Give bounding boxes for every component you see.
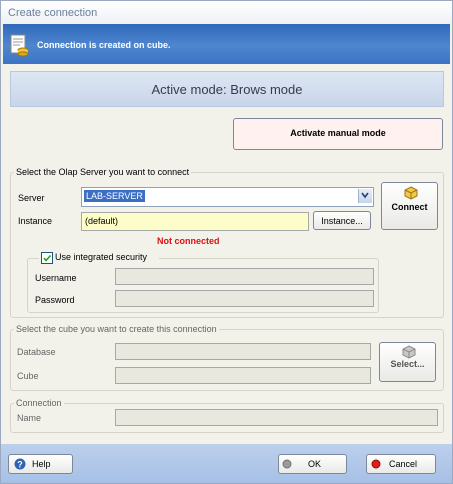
username-field[interactable] (115, 268, 374, 285)
instance-value: (default) (85, 216, 119, 226)
cube-field[interactable] (115, 367, 371, 384)
dropdown-arrow-icon[interactable] (358, 189, 372, 203)
integrated-security-checkbox[interactable] (41, 252, 53, 264)
help-label: Help (32, 459, 51, 469)
select-cube-label: Select... (390, 359, 425, 369)
connection-status: Not connected (157, 236, 220, 246)
select-cube-button[interactable]: Select... (379, 342, 436, 382)
svg-text:?: ? (17, 460, 23, 470)
ok-label: OK (308, 459, 322, 469)
integrated-security-label: Use integrated security (55, 252, 148, 262)
help-button[interactable]: ? Help (8, 454, 73, 474)
server-group-legend: Select the Olap Server you want to conne… (14, 167, 192, 177)
ok-button[interactable]: OK (278, 454, 347, 474)
username-label: Username (35, 273, 77, 283)
title-bar: Create connection (1, 1, 452, 23)
database-icon (10, 34, 29, 57)
cancel-button[interactable]: Cancel (366, 454, 436, 474)
cube-group-legend: Select the cube you want to create this … (14, 324, 219, 334)
activate-manual-mode-label: Activate manual mode (290, 128, 386, 138)
security-legend: Use integrated security (39, 252, 159, 264)
connect-button-label: Connect (391, 202, 428, 212)
mode-label: Active mode: Brows mode (151, 82, 303, 97)
password-label: Password (35, 295, 75, 305)
server-label: Server (18, 193, 45, 203)
info-banner: Connection is created on cube. (3, 24, 450, 64)
instance-button[interactable]: Instance... (313, 211, 371, 230)
name-label: Name (17, 413, 42, 423)
instance-label: Instance (18, 216, 53, 226)
mode-banner: Active mode: Brows mode (10, 71, 444, 107)
database-label: Database (17, 347, 56, 357)
activate-manual-mode-button[interactable]: Activate manual mode (233, 118, 443, 150)
database-field[interactable] (115, 343, 371, 360)
server-combobox[interactable]: LAB-SERVER (81, 187, 374, 207)
cancel-icon (371, 459, 381, 469)
info-message: Connection is created on cube. (37, 40, 171, 50)
instance-button-label: Instance... (321, 216, 363, 226)
connect-button[interactable]: Connect (381, 182, 438, 230)
connection-group-legend: Connection (14, 398, 64, 408)
ok-icon (282, 459, 292, 469)
server-value: LAB-SERVER (84, 190, 145, 202)
checkmark-icon (43, 254, 52, 262)
instance-field[interactable]: (default) (81, 212, 309, 231)
window-title: Create connection (8, 7, 98, 19)
help-icon: ? (14, 458, 26, 470)
cancel-label: Cancel (389, 459, 418, 469)
cube-icon (404, 186, 418, 200)
name-field[interactable] (115, 409, 438, 426)
cube-icon (402, 345, 416, 359)
password-field[interactable] (115, 290, 374, 307)
cube-label: Cube (17, 371, 39, 381)
